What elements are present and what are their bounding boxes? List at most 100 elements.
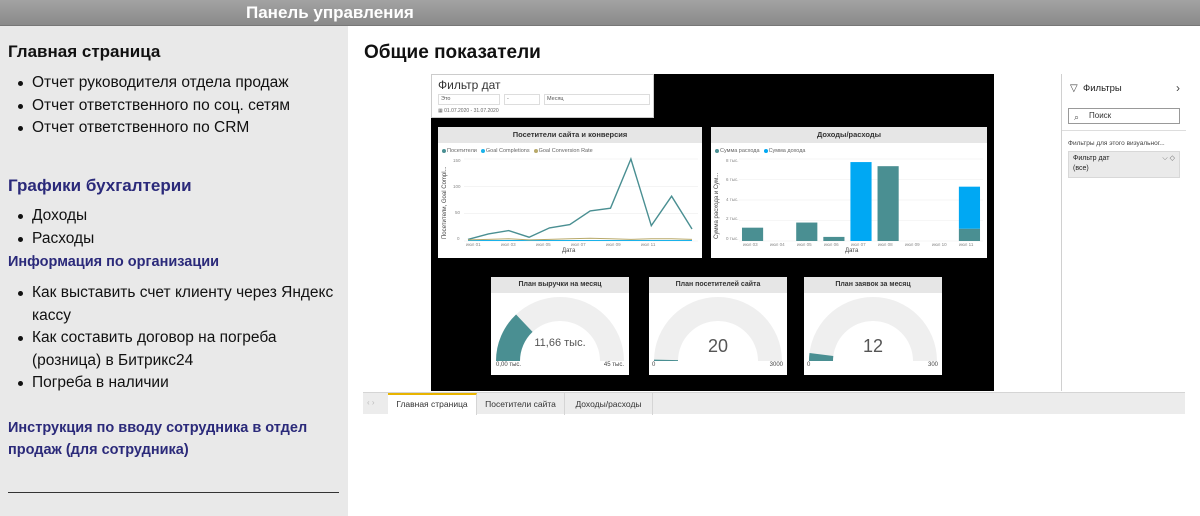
y-tick: 8 тыс. bbox=[726, 158, 739, 163]
y-tick: 0 тыс. bbox=[726, 236, 739, 241]
y-tick: 6 тыс. bbox=[726, 177, 739, 182]
date-filter-range: ▦ 01.07.2020 - 31.07.2020 bbox=[438, 108, 499, 114]
filter-card-name: Фильтр дат bbox=[1073, 155, 1110, 162]
gauge-visitors-plan[interactable]: План посетителей сайта 20 0 3000 bbox=[649, 277, 787, 375]
visitors-chart-title: Посетители сайта и конверсия bbox=[438, 127, 702, 143]
tab-income-expenses[interactable]: Доходы/расходы bbox=[565, 393, 653, 415]
visitors-chart[interactable]: Посетители сайта и конверсия Посетители … bbox=[438, 127, 702, 258]
sidebar-divider bbox=[8, 492, 339, 493]
filters-title: Фильтры bbox=[1083, 83, 1122, 94]
sidebar-item-social-report[interactable]: Отчет ответственного по соц. сетям bbox=[14, 95, 340, 118]
legend-dot bbox=[442, 149, 446, 153]
finance-chart[interactable]: Доходы/расходы Сумма расхода Сумма доход… bbox=[711, 127, 987, 258]
visitors-y-axis-label: Посетители, Goal Compl... bbox=[442, 166, 448, 239]
legend-item: Goal Completions bbox=[480, 148, 530, 154]
sidebar-item-expenses[interactable]: Расходы bbox=[14, 228, 340, 251]
legend-dot bbox=[715, 149, 719, 153]
sidebar-list-main: Отчет руководителя отдела продаж Отчет о… bbox=[14, 72, 340, 140]
date-filter-count-input[interactable]: - bbox=[504, 94, 540, 105]
filters-search-placeholder: Поиск bbox=[1089, 111, 1112, 120]
date-filter-range-text: 01.07.2020 - 31.07.2020 bbox=[444, 108, 499, 114]
sidebar-heading-main[interactable]: Главная страница bbox=[8, 42, 160, 62]
bar bbox=[850, 162, 872, 241]
date-filter-period-select[interactable]: Это bbox=[438, 94, 500, 105]
sidebar-heading-instruction[interactable]: Инструкция по вводу сотрудника в отдел п… bbox=[8, 417, 328, 461]
date-filter-slicer: Фильтр дат Это - Месяц ▦ 01.07.2020 - 31… bbox=[431, 74, 654, 118]
gauge-min: 0 bbox=[807, 362, 811, 368]
legend-label: Goal Completions bbox=[485, 148, 530, 154]
y-tick: 150 bbox=[453, 158, 461, 163]
finance-chart-title: Доходы/расходы bbox=[711, 127, 987, 143]
gauge-min: 0,00 тыс. bbox=[496, 362, 522, 368]
visitors-chart-legend: Посетители Goal Completions Goal Convers… bbox=[442, 148, 593, 154]
legend-label: Goal Conversion Rate bbox=[538, 148, 593, 154]
visitors-plot-area bbox=[464, 157, 698, 242]
gauge-requests-plan[interactable]: План заявок за месяц 12 0 300 bbox=[804, 277, 942, 375]
visitors-x-axis-label: Дата bbox=[562, 248, 576, 254]
gauge-max: 45 тыс. bbox=[603, 362, 624, 368]
bar bbox=[796, 222, 818, 241]
gauge-revenue-plan[interactable]: План выручки на месяц 11,66 тыс. 0,00 ты… bbox=[491, 277, 629, 375]
filter-card-date[interactable]: Фильтр дат (все) ⌵ ◇ bbox=[1068, 151, 1180, 178]
legend-label: Сумма дохода bbox=[768, 148, 806, 154]
y-tick: 4 тыс. bbox=[726, 197, 739, 202]
filter-icon: ▽ bbox=[1070, 83, 1078, 94]
sidebar-item-cellars-available[interactable]: Погреба в наличии bbox=[14, 372, 340, 395]
sidebar-list-organization: Как выставить счет клиенту через Яндекс … bbox=[14, 282, 340, 395]
y-tick: 50 bbox=[455, 210, 461, 215]
bar bbox=[741, 227, 764, 241]
sidebar-item-sales-head-report[interactable]: Отчет руководителя отдела продаж bbox=[14, 72, 340, 95]
finance-x-axis-label: Дата bbox=[845, 248, 859, 254]
bar bbox=[958, 228, 981, 241]
tab-main-page[interactable]: Главная страница bbox=[388, 393, 477, 415]
legend-label: Посетители bbox=[447, 148, 477, 154]
filters-pane: ▽ Фильтры › ⌕ Поиск Фильтры для этого ви… bbox=[1061, 74, 1186, 391]
legend-item: Посетители bbox=[442, 148, 477, 154]
date-filter-title: Фильтр дат bbox=[438, 78, 501, 92]
gauge-title: План посетителей сайта bbox=[649, 277, 787, 293]
sidebar-heading-organization[interactable]: Информация по организации bbox=[8, 251, 219, 273]
gauge-value: 20 bbox=[707, 336, 729, 356]
legend-label: Сумма расхода bbox=[720, 148, 760, 154]
finance-plot-area bbox=[739, 158, 983, 242]
gauge-min: 0 bbox=[652, 362, 656, 368]
bar bbox=[958, 186, 981, 229]
gauge-value: 11,66 тыс. bbox=[534, 337, 586, 349]
filter-card-value: (все) bbox=[1073, 165, 1089, 172]
legend-item: Goal Conversion Rate bbox=[533, 148, 593, 154]
top-bar: Панель управления bbox=[0, 0, 1200, 26]
report-tabs-bar: ‹ › Главная страница Посетители сайта До… bbox=[363, 392, 1185, 415]
y-tick: 2 тыс. bbox=[726, 216, 739, 221]
page-title: Общие показатели bbox=[364, 42, 541, 63]
gauge-value: 12 bbox=[862, 336, 884, 356]
sidebar-item-invoice-howto[interactable]: Как выставить счет клиенту через Яндекс … bbox=[14, 282, 340, 327]
tab-nav-arrows-icon[interactable]: ‹ › bbox=[367, 398, 375, 407]
finance-chart-legend: Сумма расхода Сумма дохода bbox=[715, 148, 806, 154]
sidebar-item-crm-report[interactable]: Отчет ответственного по CRM bbox=[14, 117, 340, 140]
sidebar-heading-accounting[interactable]: Графики бухгалтерии bbox=[8, 176, 192, 196]
gauge-title: План заявок за месяц bbox=[804, 277, 942, 293]
gauge-max: 3000 bbox=[769, 362, 783, 368]
sidebar-item-income[interactable]: Доходы bbox=[14, 205, 340, 228]
legend-item: Сумма расхода bbox=[715, 148, 760, 154]
gauge-arc bbox=[496, 297, 624, 361]
bar bbox=[823, 236, 845, 241]
sidebar-item-contract-howto[interactable]: Как составить договор на погреба (розниц… bbox=[14, 327, 340, 372]
y-tick: 0 bbox=[457, 236, 460, 241]
filters-divider bbox=[1062, 130, 1186, 131]
date-filter-unit-select[interactable]: Месяц bbox=[544, 94, 650, 105]
sidebar-list-accounting: Доходы Расходы bbox=[14, 205, 340, 250]
filters-search-input[interactable]: ⌕ Поиск bbox=[1068, 108, 1180, 124]
legend-dot bbox=[533, 149, 538, 153]
report-canvas: Фильтр дат Это - Месяц ▦ 01.07.2020 - 31… bbox=[431, 74, 994, 391]
sidebar: Главная страница Отчет руководителя отде… bbox=[0, 26, 348, 516]
chevron-right-icon[interactable]: › bbox=[1176, 81, 1180, 95]
bar bbox=[877, 166, 899, 241]
filters-visual-subtitle: Фильтры для этого визуальног... bbox=[1068, 140, 1165, 147]
gauge-max: 300 bbox=[927, 362, 938, 368]
tab-site-visitors[interactable]: Посетители сайта bbox=[477, 393, 565, 415]
page-header-title: Панель управления bbox=[246, 3, 414, 22]
search-icon: ⌕ bbox=[1074, 112, 1080, 122]
series-line bbox=[467, 157, 693, 241]
chevron-down-icon[interactable]: ⌵ ◇ bbox=[1162, 154, 1175, 163]
